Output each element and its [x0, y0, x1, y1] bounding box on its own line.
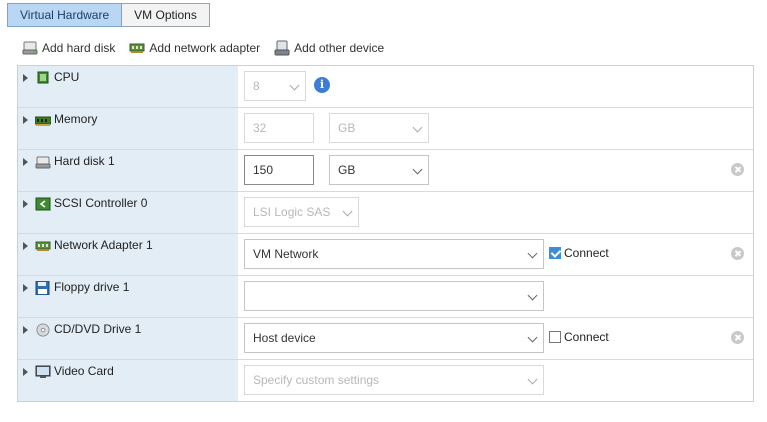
add-network-adapter-label: Add network adapter: [149, 41, 261, 55]
memory-size-input[interactable]: 32: [244, 113, 314, 143]
device-header-network-adapter[interactable]: Network Adapter 1: [18, 234, 238, 275]
device-label: Memory: [54, 112, 98, 126]
memory-icon: [35, 116, 51, 126]
device-row-cpu: CPU 8 i: [18, 66, 753, 108]
video-card-icon: [35, 365, 51, 378]
expand-caret-icon[interactable]: [23, 242, 28, 250]
hardware-list: CPU 8 i Memory 32 GB Hard disk 1 150 GB …: [17, 65, 754, 402]
device-header-hard-disk[interactable]: Hard disk 1: [18, 150, 238, 191]
device-label: SCSI Controller 0: [54, 196, 148, 210]
device-label: Video Card: [54, 364, 114, 378]
memory-unit-value: GB: [338, 121, 356, 135]
checkbox-checked-icon[interactable]: [549, 247, 561, 259]
expand-caret-icon[interactable]: [23, 74, 28, 82]
remove-device-icon[interactable]: [731, 331, 744, 344]
checkbox-unchecked-icon[interactable]: [549, 331, 561, 343]
cd-dvd-icon: [36, 323, 50, 337]
device-label: Floppy drive 1: [54, 280, 130, 294]
network-adapter-icon: [129, 43, 145, 53]
scsi-controller-icon: [35, 197, 51, 211]
network-connect-checkbox[interactable]: Connect: [549, 246, 609, 260]
network-select[interactable]: VM Network: [244, 239, 544, 269]
device-header-memory[interactable]: Memory: [18, 108, 238, 149]
device-header-video-card[interactable]: Video Card: [18, 360, 238, 401]
cpu-count-select[interactable]: 8: [244, 71, 306, 101]
scsi-type-value: LSI Logic SAS: [253, 205, 331, 219]
add-other-device-button[interactable]: Add other device: [274, 40, 384, 56]
hard-disk-icon: [35, 156, 51, 169]
add-hard-disk-label: Add hard disk: [42, 41, 116, 55]
hard-disk-icon: [22, 41, 38, 55]
network-adapter-icon: [35, 241, 51, 251]
expand-caret-icon[interactable]: [23, 368, 28, 376]
device-label: CPU: [54, 70, 80, 84]
device-row-memory: Memory 32 GB: [18, 108, 753, 150]
expand-caret-icon[interactable]: [23, 116, 28, 124]
cpu-count-value: 8: [253, 79, 260, 93]
cpu-icon: [37, 71, 49, 84]
disk-size-value: 150: [253, 163, 274, 177]
disk-unit-value: GB: [338, 163, 356, 177]
device-header-floppy-drive[interactable]: Floppy drive 1: [18, 276, 238, 317]
network-value: VM Network: [253, 247, 319, 261]
memory-size-value: 32: [253, 121, 267, 135]
video-card-select[interactable]: Specify custom settings: [244, 365, 544, 395]
connect-label: Connect: [564, 246, 609, 260]
device-label: CD/DVD Drive 1: [54, 322, 142, 336]
device-header-cpu[interactable]: CPU: [18, 66, 238, 107]
remove-device-icon[interactable]: [731, 163, 744, 176]
tab-virtual-hardware[interactable]: Virtual Hardware: [7, 3, 123, 27]
scsi-type-select[interactable]: LSI Logic SAS: [244, 197, 359, 227]
add-other-device-label: Add other device: [294, 41, 385, 55]
device-row-cd-dvd-drive: CD/DVD Drive 1 Host device Connect: [18, 318, 753, 360]
cd-dvd-connect-checkbox[interactable]: Connect: [549, 330, 609, 344]
device-label: Network Adapter 1: [54, 238, 153, 252]
disk-size-input[interactable]: 150: [244, 155, 314, 185]
video-card-value: Specify custom settings: [253, 373, 380, 387]
cd-dvd-value: Host device: [253, 331, 316, 345]
device-row-floppy-drive: Floppy drive 1: [18, 276, 753, 318]
add-hard-disk-button[interactable]: Add hard disk: [22, 41, 115, 55]
expand-caret-icon[interactable]: [23, 284, 28, 292]
device-label: Hard disk 1: [54, 154, 115, 168]
expand-caret-icon[interactable]: [23, 200, 28, 208]
device-row-video-card: Video Card Specify custom settings: [18, 360, 753, 401]
connect-label: Connect: [564, 330, 609, 344]
info-icon[interactable]: i: [314, 77, 330, 93]
device-toolbar: Add hard disk Add network adapter Add ot…: [22, 40, 398, 56]
floppy-drive-icon: [35, 281, 50, 295]
expand-caret-icon[interactable]: [23, 158, 28, 166]
remove-device-icon[interactable]: [731, 247, 744, 260]
tab-vm-options[interactable]: VM Options: [122, 3, 210, 27]
device-row-network-adapter: Network Adapter 1 VM Network Connect: [18, 234, 753, 276]
device-header-cd-dvd-drive[interactable]: CD/DVD Drive 1: [18, 318, 238, 359]
device-header-scsi-controller[interactable]: SCSI Controller 0: [18, 192, 238, 233]
cd-dvd-select[interactable]: Host device: [244, 323, 544, 353]
expand-caret-icon[interactable]: [23, 326, 28, 334]
other-device-icon: [274, 40, 290, 56]
add-network-adapter-button[interactable]: Add network adapter: [129, 41, 260, 55]
floppy-select[interactable]: [244, 281, 544, 311]
tab-bar: Virtual Hardware VM Options: [7, 3, 210, 27]
device-row-scsi-controller: SCSI Controller 0 LSI Logic SAS: [18, 192, 753, 234]
device-row-hard-disk: Hard disk 1 150 GB: [18, 150, 753, 192]
disk-unit-select[interactable]: GB: [329, 155, 429, 185]
memory-unit-select[interactable]: GB: [329, 113, 429, 143]
